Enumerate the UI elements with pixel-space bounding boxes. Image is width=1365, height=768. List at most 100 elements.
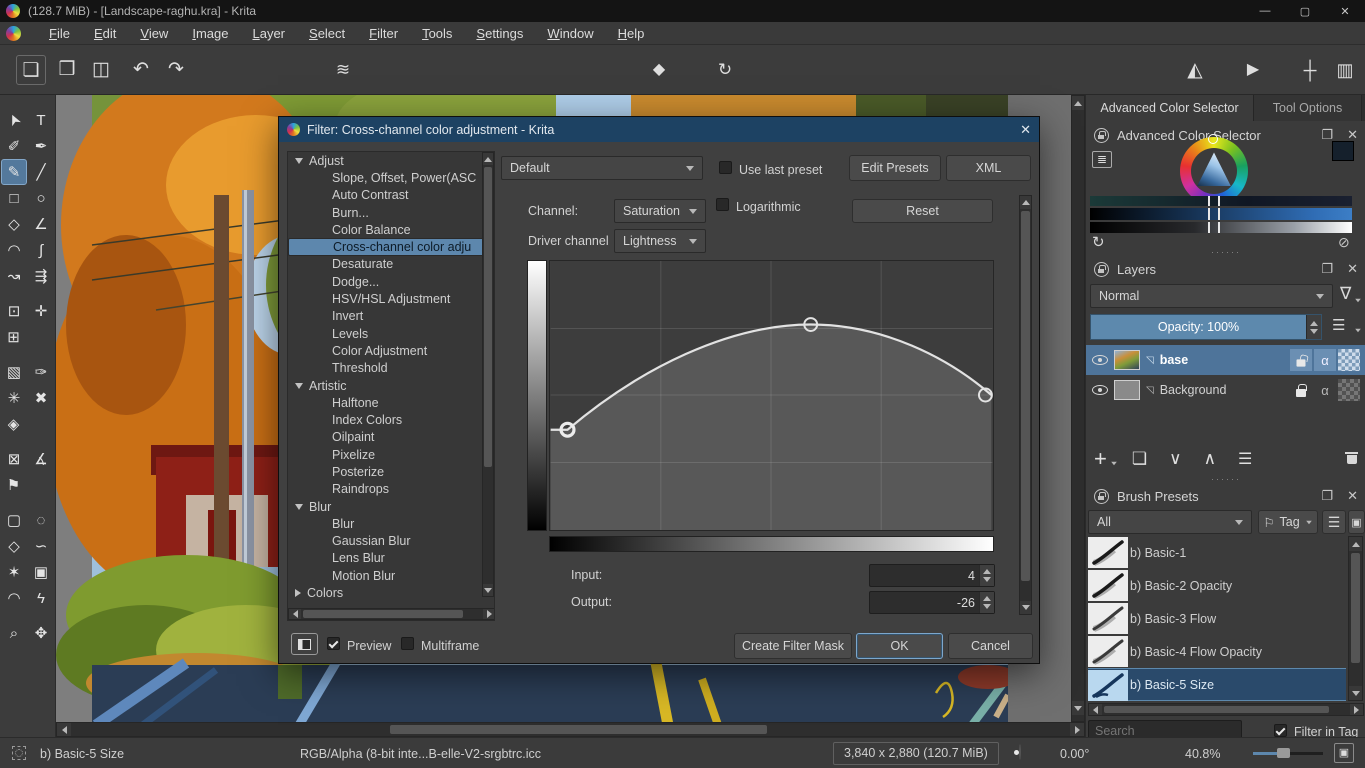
layer-inherit-alpha-icon[interactable] xyxy=(1338,349,1360,371)
edit-presets-button[interactable]: Edit Presets xyxy=(849,155,941,181)
filter-item[interactable]: Dodge... xyxy=(288,273,494,290)
use-last-preset-checkbox[interactable] xyxy=(719,161,732,174)
zoom-slider[interactable] xyxy=(1253,752,1323,755)
menu-view[interactable]: View xyxy=(130,24,178,43)
color-wheel[interactable] xyxy=(1180,137,1248,205)
close-docker-icon[interactable]: ✕ xyxy=(1347,261,1358,277)
undo-button[interactable]: ↶ xyxy=(126,55,156,85)
menu-window[interactable]: Window xyxy=(537,24,603,43)
canvas-h-scrollbar[interactable] xyxy=(56,722,1085,737)
tool-ellipse[interactable]: ○ xyxy=(28,185,54,211)
mirror-vertical-button[interactable]: ▶ xyxy=(1238,55,1268,85)
layer-inherit-alpha-icon[interactable] xyxy=(1338,379,1360,401)
menu-filter[interactable]: Filter xyxy=(359,24,408,43)
tool-bezier-curve[interactable]: ◠ xyxy=(1,237,27,263)
brush-item[interactable]: b) Basic-2 Opacity xyxy=(1088,569,1346,602)
chevron-down-icon[interactable] xyxy=(295,383,303,389)
reset-button[interactable]: Reset xyxy=(852,199,993,223)
chevron-right-icon[interactable] xyxy=(295,589,301,597)
multiframe-checkbox[interactable] xyxy=(401,637,414,650)
tool-ellipse-select[interactable]: ◌ xyxy=(28,507,54,533)
filter-category[interactable]: Adjust xyxy=(288,152,494,169)
filter-item[interactable]: Invert xyxy=(288,308,494,325)
layer-properties-button[interactable]: ☰ xyxy=(1238,449,1252,469)
scrollbar-handle[interactable] xyxy=(390,725,767,734)
filter-item[interactable]: Blur xyxy=(288,515,494,532)
tool-contiguous-select[interactable]: ✶ xyxy=(1,559,27,585)
filter-item[interactable]: HSV/HSL Adjustment xyxy=(288,290,494,307)
tool-rect-select[interactable]: ▢ xyxy=(1,507,27,533)
tool-fill[interactable]: ◈ xyxy=(1,411,27,437)
choose-workspace-button[interactable]: ▥ xyxy=(1330,55,1360,85)
filter-item[interactable]: Raindrops xyxy=(288,481,494,498)
cancel-button[interactable]: Cancel xyxy=(948,633,1033,659)
scroll-up-icon[interactable] xyxy=(1072,96,1084,110)
minimize-button[interactable]: — xyxy=(1245,5,1285,18)
brush-docker-header[interactable]: Brush Presets ❐ ✕ xyxy=(1086,483,1365,509)
filter-category-collapsed[interactable]: Colors xyxy=(288,584,494,601)
tool-magnetic-select[interactable]: ϟ xyxy=(28,585,54,611)
layer-lock-icon[interactable] xyxy=(1290,349,1312,371)
color-slider-1[interactable] xyxy=(1090,196,1352,206)
chevron-down-icon[interactable] xyxy=(295,504,303,510)
filter-category[interactable]: Artistic xyxy=(288,377,494,394)
tool-measure[interactable]: ∡ xyxy=(28,446,54,472)
menu-edit[interactable]: Edit xyxy=(84,24,126,43)
filter-item[interactable]: Levels xyxy=(288,325,494,342)
redo-button[interactable]: ↷ xyxy=(161,55,191,85)
filter-item[interactable]: Color Balance xyxy=(288,221,494,238)
color-slider-2[interactable] xyxy=(1090,208,1352,220)
spin-down-icon[interactable] xyxy=(983,604,991,609)
menu-tools[interactable]: Tools xyxy=(412,24,462,43)
layer-visible-icon[interactable] xyxy=(1092,385,1108,395)
brush-tag-filter-select[interactable]: All xyxy=(1088,510,1252,534)
tag-button[interactable]: ⚐ Tag xyxy=(1258,510,1318,534)
float-docker-icon[interactable]: ❐ xyxy=(1321,488,1333,504)
filter-item[interactable]: Slope, Offset, Power(ASC xyxy=(288,169,494,186)
menu-help[interactable]: Help xyxy=(608,24,655,43)
close-button[interactable]: ✕ xyxy=(1325,5,1365,18)
layer-row-background[interactable]: ◹ Background α xyxy=(1086,375,1365,405)
filter-item[interactable]: Color Adjustment xyxy=(288,342,494,359)
tool-colorize-mask[interactable]: ✳ xyxy=(1,385,27,411)
filter-item[interactable]: Posterize xyxy=(288,463,494,480)
move-layer-down-button[interactable]: ∨ xyxy=(1169,449,1181,469)
input-spinbox[interactable]: 4 xyxy=(869,564,995,587)
filter-in-tag-checkbox[interactable] xyxy=(1274,724,1287,737)
create-filter-mask-button[interactable]: Create Filter Mask xyxy=(734,633,852,659)
tool-freehand-path[interactable]: ∫ xyxy=(28,237,54,263)
tool-line[interactable]: ╱ xyxy=(28,159,54,185)
layer-blend-mode-select[interactable]: Normal xyxy=(1090,284,1333,308)
filter-item[interactable]: Halftone xyxy=(288,394,494,411)
lock-docker-icon[interactable] xyxy=(1094,489,1109,504)
tree-v-scrollbar[interactable] xyxy=(482,152,494,597)
tree-h-scrollbar[interactable] xyxy=(288,608,495,620)
add-layer-button[interactable]: + xyxy=(1094,449,1107,469)
filter-item[interactable]: Pixelize xyxy=(288,446,494,463)
tool-freehand-select[interactable]: ∽ xyxy=(28,533,54,559)
dialog-close-icon[interactable]: ✕ xyxy=(1020,122,1031,138)
filter-item[interactable]: Desaturate xyxy=(288,256,494,273)
tool-dynamic-brush[interactable]: ↝ xyxy=(1,263,27,289)
tool-polyline[interactable]: ∠ xyxy=(28,211,54,237)
zoom-to-fit-button[interactable]: ▣ xyxy=(1334,743,1354,763)
layers-docker-header[interactable]: Layers ❐ ✕ xyxy=(1086,256,1365,282)
tab-advanced-color-selector[interactable]: Advanced Color Selector xyxy=(1086,95,1254,121)
tool-polygon[interactable]: ◇ xyxy=(1,211,27,237)
brush-item[interactable]: b) Basic-3 Flow xyxy=(1088,602,1346,635)
layer-lock-icon[interactable] xyxy=(1290,379,1312,401)
tool-crop[interactable]: ⊞ xyxy=(1,324,27,350)
ok-button[interactable]: OK xyxy=(856,633,943,659)
filter-item[interactable]: Motion Blur xyxy=(288,567,494,584)
xml-button[interactable]: XML xyxy=(946,155,1031,181)
tab-tool-options[interactable]: Tool Options xyxy=(1254,95,1362,121)
driver-channel-select[interactable]: Lightness xyxy=(614,229,706,253)
tool-zoom[interactable]: ⌕ xyxy=(1,620,27,646)
layer-alpha-icon[interactable]: α xyxy=(1314,379,1336,401)
chevron-down-icon[interactable] xyxy=(1355,329,1361,333)
tool-gradient[interactable]: ▧ xyxy=(1,359,27,385)
save-document-button[interactable]: ◫ xyxy=(86,55,116,85)
acs-settings-icon[interactable]: ≣ xyxy=(1092,151,1112,168)
eraser-mode-button[interactable]: ◆ xyxy=(644,55,674,85)
filter-item[interactable]: Burn... xyxy=(288,204,494,221)
